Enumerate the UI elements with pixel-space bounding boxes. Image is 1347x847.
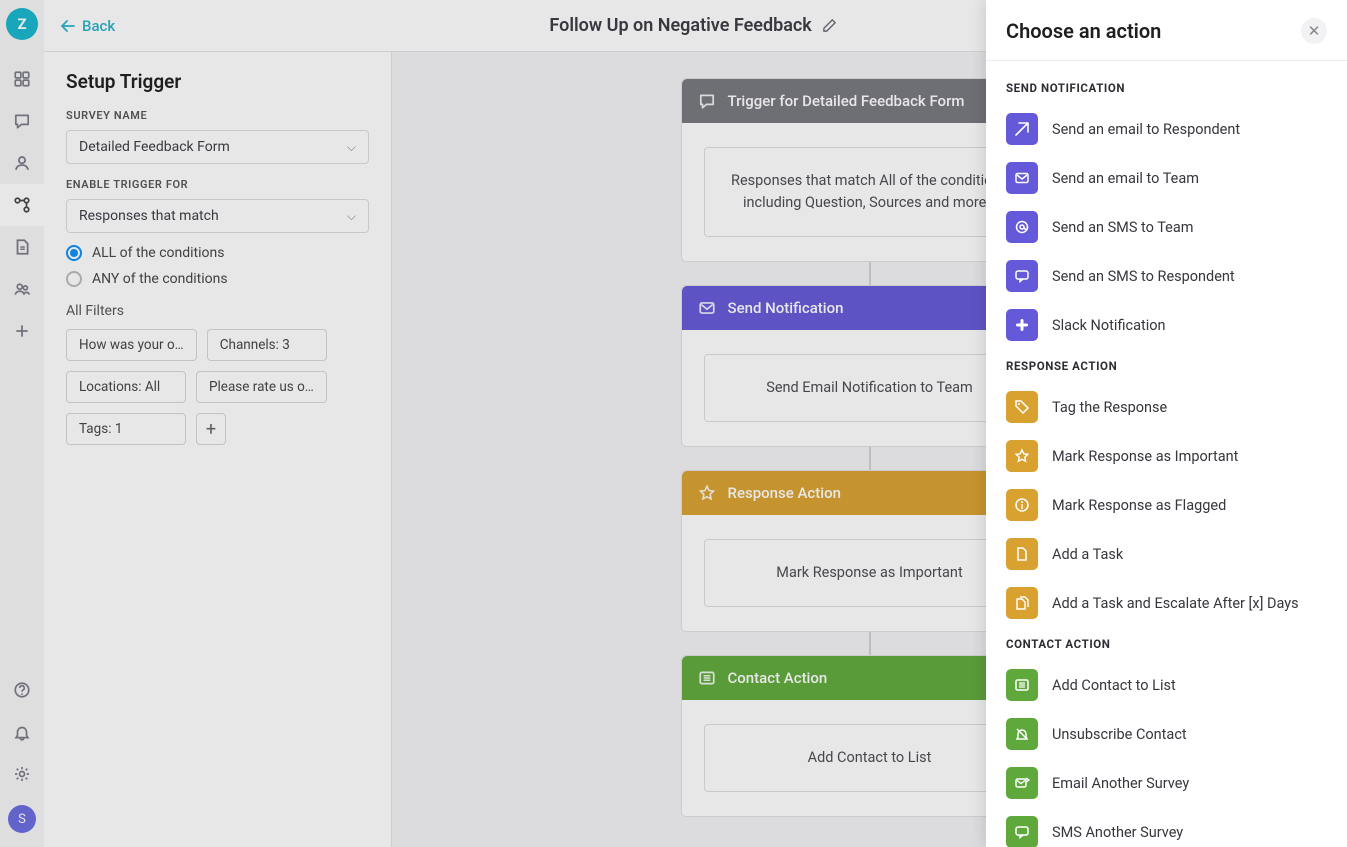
response-title: Response Action [728, 484, 1012, 502]
survey-name-select[interactable]: Detailed Feedback Form ⌵ [66, 130, 369, 164]
action-item-label: SMS Another Survey [1052, 824, 1183, 841]
action-item-label: Mark Response as Important [1052, 448, 1238, 465]
arrow-left-icon [60, 19, 76, 33]
slack-icon [1006, 309, 1038, 341]
action-item-label: Send an email to Respondent [1052, 121, 1240, 138]
doc-icon [1006, 538, 1038, 570]
nav-dashboard[interactable] [0, 58, 44, 100]
star-icon [698, 484, 716, 502]
back-button[interactable]: Back [60, 17, 115, 35]
filter-chip[interactable]: Channels: 3 [207, 329, 327, 361]
enable-trigger-label: ENABLE TRIGGER FOR [66, 178, 369, 191]
mail-icon [1006, 162, 1038, 194]
add-filter-button[interactable]: + [196, 413, 226, 445]
nav-settings[interactable] [0, 753, 44, 795]
nav-help[interactable] [0, 669, 44, 711]
filter-chip[interactable]: Tags: 1 [66, 413, 186, 445]
action-item-label: Slack Notification [1052, 317, 1166, 334]
enable-trigger-select[interactable]: Responses that match ⌵ [66, 199, 369, 233]
notification-title: Send Notification [728, 299, 1012, 317]
setup-trigger-panel: Setup Trigger SURVEY NAME Detailed Feedb… [44, 52, 392, 847]
contact-title: Contact Action [728, 669, 1012, 687]
nav-conversations[interactable] [0, 100, 44, 142]
tag-icon [1006, 391, 1038, 423]
nav-team[interactable] [0, 268, 44, 310]
page-title: Follow Up on Negative Feedback [549, 15, 811, 36]
nav-add[interactable] [0, 310, 44, 352]
action-item[interactable]: Email Another Survey [1006, 761, 1327, 805]
chevron-down-icon: ⌵ [347, 140, 356, 155]
nav-rail: Z S [0, 0, 44, 847]
filter-chip[interactable]: Please rate us o… [196, 371, 327, 403]
action-item[interactable]: Slack Notification [1006, 303, 1327, 347]
close-drawer-button[interactable]: ✕ [1301, 18, 1327, 44]
action-item[interactable]: Send an SMS to Respondent [1006, 254, 1327, 298]
survey-name-label: SURVEY NAME [66, 109, 369, 122]
back-label: Back [82, 17, 115, 35]
chat-icon [1006, 816, 1038, 847]
filter-chip[interactable]: Locations: All [66, 371, 186, 403]
action-item-label: Add a Task and Escalate After [x] Days [1052, 595, 1299, 612]
action-group-label: CONTACT ACTION [1006, 637, 1327, 651]
action-item[interactable]: Mark Response as Flagged [1006, 483, 1327, 527]
info-icon [1006, 489, 1038, 521]
action-item-label: Mark Response as Flagged [1052, 497, 1226, 514]
action-item-label: Send an SMS to Team [1052, 219, 1193, 236]
sidebar-heading: Setup Trigger [66, 70, 369, 93]
connector [869, 447, 871, 470]
radio-all-label: ALL of the conditions [92, 245, 224, 261]
action-item[interactable]: Mark Response as Important [1006, 434, 1327, 478]
connector [869, 262, 871, 285]
action-item[interactable]: Tag the Response [1006, 385, 1327, 429]
send-icon [1006, 113, 1038, 145]
action-item-label: Add a Task [1052, 546, 1123, 563]
radio-any-label: ANY of the conditions [92, 271, 228, 287]
action-item-label: Email Another Survey [1052, 775, 1189, 792]
radio-all-conditions[interactable]: ALL of the conditions [66, 245, 369, 261]
action-item[interactable]: Add Contact to List [1006, 663, 1327, 707]
connector [869, 632, 871, 655]
nav-workflows[interactable] [0, 184, 44, 226]
survey-name-value: Detailed Feedback Form [79, 139, 230, 155]
action-item-label: Add Contact to List [1052, 677, 1176, 694]
action-item-label: Send an SMS to Respondent [1052, 268, 1235, 285]
mail-icon [698, 299, 716, 317]
at-icon [1006, 211, 1038, 243]
belloff-icon [1006, 718, 1038, 750]
nav-docs[interactable] [0, 226, 44, 268]
action-item[interactable]: Add a Task and Escalate After [x] Days [1006, 581, 1327, 625]
action-item-label: Send an email to Team [1052, 170, 1199, 187]
enable-trigger-value: Responses that match [79, 208, 219, 224]
choose-action-drawer: Choose an action ✕ SEND NOTIFICATION Send… [986, 0, 1347, 847]
edit-title-icon[interactable] [822, 18, 837, 33]
list-icon [1006, 669, 1038, 701]
list-icon [698, 669, 716, 687]
action-item[interactable]: Unsubscribe Contact [1006, 712, 1327, 756]
comment-icon [698, 92, 716, 110]
drawer-title: Choose an action [1006, 19, 1161, 43]
action-group-label: RESPONSE ACTION [1006, 359, 1327, 373]
docs-icon [1006, 587, 1038, 619]
action-item[interactable]: SMS Another Survey [1006, 810, 1327, 847]
app-logo[interactable]: Z [6, 8, 38, 40]
action-item[interactable]: Send an email to Respondent [1006, 107, 1327, 151]
action-item-label: Tag the Response [1052, 399, 1167, 416]
nav-notifications[interactable] [0, 711, 44, 753]
mailout-icon [1006, 767, 1038, 799]
chat-icon [1006, 260, 1038, 292]
star-icon [1006, 440, 1038, 472]
action-item[interactable]: Send an email to Team [1006, 156, 1327, 200]
chevron-down-icon: ⌵ [347, 209, 356, 224]
radio-icon [66, 271, 82, 287]
filter-chip[interactable]: How was your o… [66, 329, 197, 361]
action-group-label: SEND NOTIFICATION [1006, 81, 1327, 95]
action-item[interactable]: Add a Task [1006, 532, 1327, 576]
action-item-label: Unsubscribe Contact [1052, 726, 1187, 743]
filters-heading: All Filters [66, 303, 369, 319]
nav-contacts[interactable] [0, 142, 44, 184]
user-avatar[interactable]: S [8, 805, 36, 833]
radio-any-conditions[interactable]: ANY of the conditions [66, 271, 369, 287]
action-item[interactable]: Send an SMS to Team [1006, 205, 1327, 249]
radio-icon [66, 245, 82, 261]
